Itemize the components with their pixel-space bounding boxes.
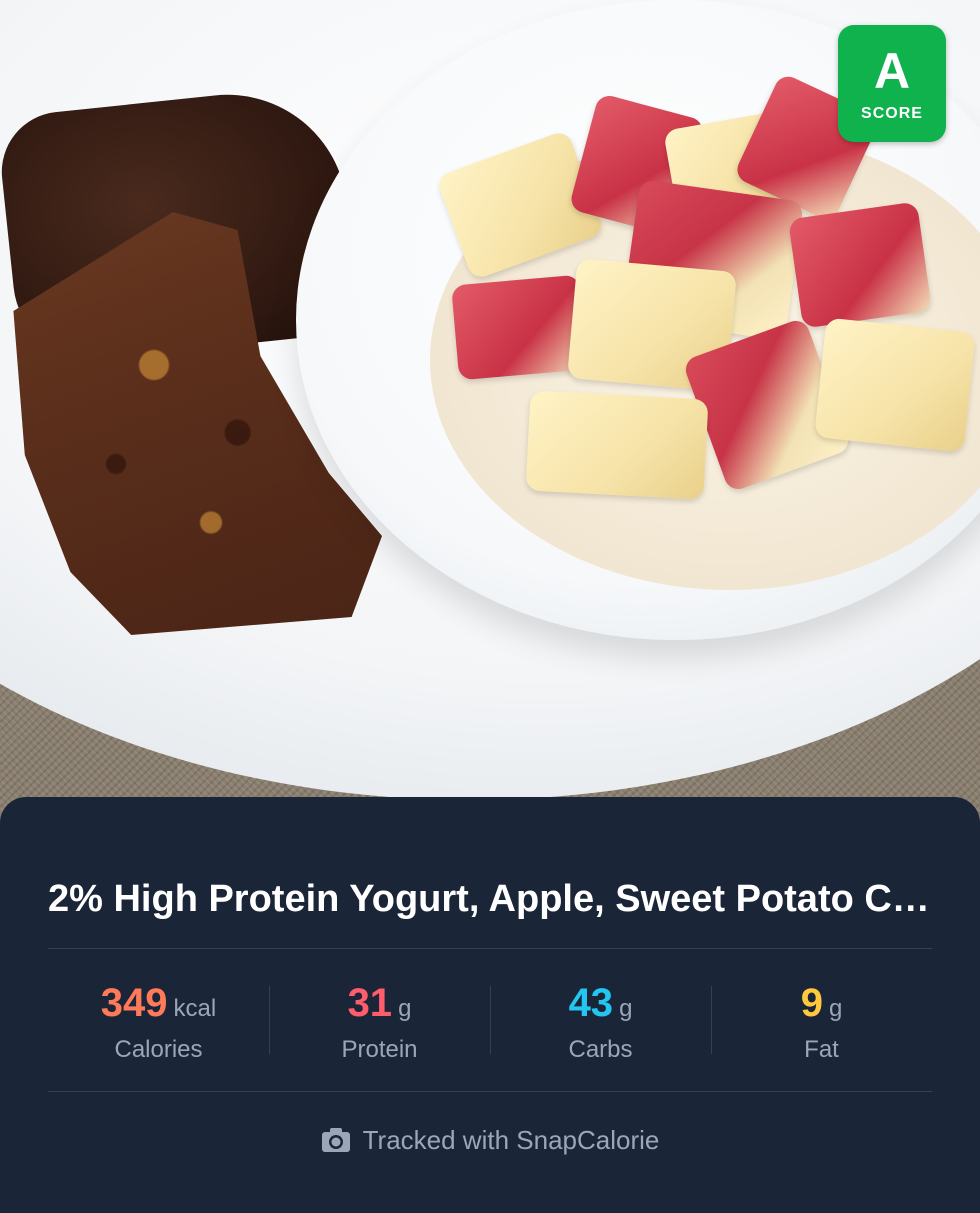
tracked-text: Tracked with SnapCalorie bbox=[362, 1124, 660, 1155]
score-label: SCORE bbox=[861, 105, 923, 122]
meal-photo bbox=[0, 0, 980, 830]
protein-value: 31 bbox=[347, 981, 393, 1025]
calories-value: 349 bbox=[100, 981, 168, 1025]
apple-piece bbox=[787, 201, 933, 329]
stat-fat: 9g Fat bbox=[711, 968, 932, 1073]
fat-value: 9 bbox=[800, 981, 823, 1025]
tracked-footer: Tracked with SnapCalorie bbox=[0, 1118, 980, 1162]
divider-bottom bbox=[48, 1091, 932, 1092]
divider-top bbox=[48, 948, 932, 949]
score-badge: A SCORE bbox=[838, 25, 946, 142]
stat-protein: 31 g Protein bbox=[269, 968, 490, 1073]
stat-calories: 349 kcal Calories bbox=[48, 968, 269, 1073]
apple-piece bbox=[814, 317, 976, 453]
calories-label: Calories bbox=[114, 1036, 203, 1063]
apple-piece bbox=[525, 390, 709, 500]
score-grade: A bbox=[873, 43, 911, 99]
apple-piece bbox=[451, 274, 587, 381]
carbs-unit: g bbox=[619, 995, 633, 1022]
carbs-label: Carbs bbox=[568, 1036, 633, 1063]
carbs-value: 43 bbox=[568, 981, 614, 1025]
calories-unit: kcal bbox=[173, 995, 217, 1022]
nutrition-stats: 349 kcal Calories 31 g Protein 43 g Carbs 9… bbox=[48, 968, 932, 1073]
camera-icon bbox=[321, 1127, 351, 1153]
protein-label: Protein bbox=[341, 1036, 418, 1063]
meal-title: 2% High Protein Yogurt, Apple, Sweet Pot… bbox=[48, 878, 930, 920]
fat-unit: g bbox=[828, 995, 843, 1022]
fat-label: Fat bbox=[804, 1036, 839, 1063]
stat-carbs: 43 g Carbs bbox=[490, 968, 711, 1073]
protein-unit: g bbox=[398, 995, 412, 1022]
